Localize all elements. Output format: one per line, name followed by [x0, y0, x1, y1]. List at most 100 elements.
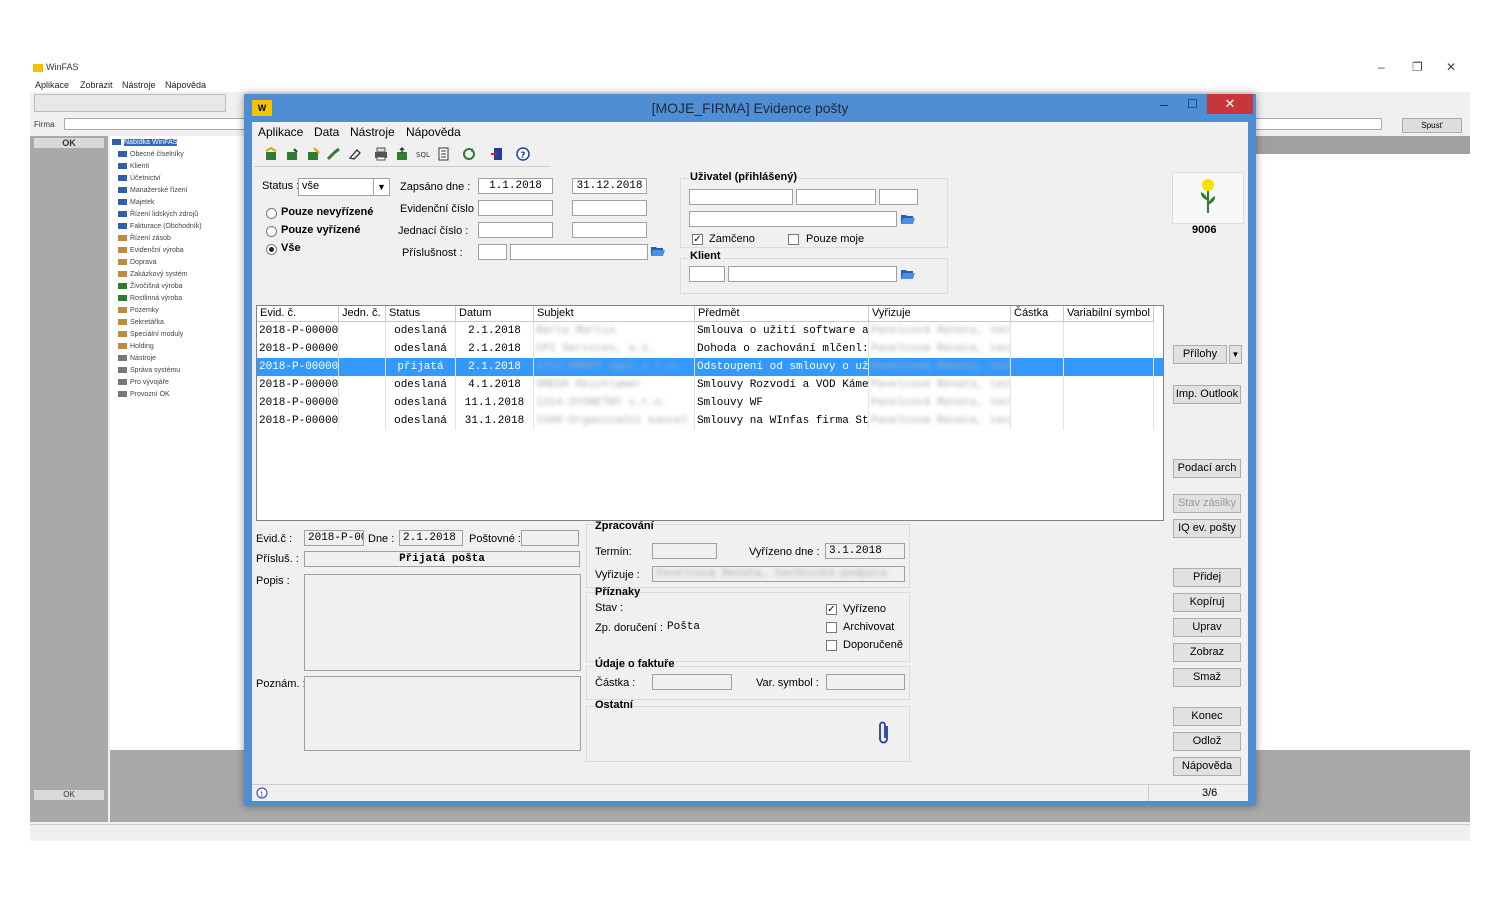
kopiruj-button[interactable]: Kopíruj — [1173, 593, 1241, 612]
table-row[interactable]: 2018-P-00000 odeslaná 2.1.2018 CPI Services… — [257, 340, 1163, 358]
doporuceno-checkbox[interactable] — [826, 640, 837, 651]
tree-item[interactable]: Fakturace (Obchodník) — [118, 223, 202, 230]
bg-close-icon[interactable]: ✕ — [1446, 60, 1456, 74]
tree-item[interactable]: Účetnictví — [118, 175, 161, 182]
klient-code-input[interactable] — [689, 266, 725, 282]
podaci-arch-button[interactable]: Podací arch — [1173, 459, 1241, 478]
sql-icon[interactable]: SQL — [416, 147, 430, 161]
jedn-cislo-to-input[interactable] — [572, 222, 647, 238]
tree-item[interactable]: Správa systému — [118, 367, 180, 374]
col-header-castka[interactable]: Částka — [1011, 306, 1064, 322]
paperclip-icon[interactable] — [876, 720, 892, 746]
prilohy-button[interactable]: Přílohy — [1173, 345, 1227, 364]
bg-ok-button-bottom[interactable]: OK — [34, 790, 104, 800]
tree-item[interactable]: Klienti — [118, 163, 149, 170]
tree-item[interactable]: Evidenční výroba — [118, 247, 184, 254]
tree-item[interactable]: Řízení lidských zdrojů — [118, 211, 198, 218]
bg-menu-aplikace[interactable]: Aplikace — [35, 80, 69, 90]
tree-item[interactable]: Sekretářka — [118, 319, 164, 326]
imp-outlook-button[interactable]: Imp. Outlook — [1173, 385, 1241, 404]
odloz-button[interactable]: Odlož — [1173, 732, 1241, 751]
pridej-button[interactable]: Přidej — [1173, 568, 1241, 587]
tree-item[interactable]: Holding — [118, 343, 154, 350]
var-symbol-input[interactable] — [826, 674, 905, 690]
bg-ok-button[interactable]: OK — [34, 138, 104, 148]
menu-aplikace[interactable]: Aplikace — [258, 125, 303, 139]
tree-item[interactable]: Majetek — [118, 199, 155, 206]
help-icon[interactable]: ? — [516, 147, 530, 161]
dne-input[interactable]: 2.1.2018 — [399, 530, 463, 546]
vyrizeno-checkbox[interactable]: ✓ — [826, 604, 837, 615]
mail-table[interactable]: Evid. č. Jedn. č. Status Datum Subjekt P… — [256, 305, 1164, 521]
bg-menu-nastroje[interactable]: Nástroje — [122, 80, 156, 90]
view-record-icon[interactable] — [327, 147, 341, 161]
bg-restore-icon[interactable]: ❐ — [1412, 60, 1423, 74]
tree-item[interactable]: Nástroje — [118, 355, 156, 362]
tree-item[interactable]: Pro vývojáře — [118, 379, 169, 386]
bg-menu-zobrazit[interactable]: Zobrazit — [80, 80, 113, 90]
uzivatel-field-2[interactable] — [796, 189, 876, 205]
tree-item[interactable]: Živočišná výroba — [118, 283, 183, 290]
tree-item[interactable]: Speciální moduly — [118, 331, 183, 338]
radio-pouze-vyrizene[interactable] — [266, 226, 277, 237]
prislusnost-code-input[interactable] — [478, 244, 507, 260]
col-header-jedn[interactable]: Jedn. č. — [339, 306, 386, 322]
uzivatel-field-1[interactable] — [689, 189, 793, 205]
prislusnost-name-input[interactable] — [510, 244, 648, 260]
tree-item[interactable]: Řízení zásob — [118, 235, 171, 242]
tree-item[interactable]: Rostlinná výroba — [118, 295, 182, 302]
export-icon[interactable] — [395, 147, 409, 161]
vyrizeno-dne-input[interactable]: 3.1.2018 — [825, 543, 905, 559]
exit-door-icon[interactable] — [490, 147, 504, 161]
evid-cislo-to-input[interactable] — [572, 200, 647, 216]
napoveda-button[interactable]: Nápověda — [1173, 757, 1241, 776]
pouze-moje-checkbox[interactable] — [788, 234, 799, 245]
date-from-input[interactable]: 1.1.2018 — [478, 178, 553, 194]
konec-button[interactable]: Konec — [1173, 707, 1241, 726]
zobraz-button[interactable]: Zobraz — [1173, 643, 1241, 662]
table-row[interactable]: 2018-P-00000 přijatá 2.1.2018 1712-DRAFT sp… — [257, 358, 1163, 376]
uzivatel-field-3[interactable] — [879, 189, 918, 205]
jedn-cislo-from-input[interactable] — [478, 222, 553, 238]
iq-ev-posty-button[interactable]: IQ ev. pošty — [1173, 519, 1241, 538]
smaz-button[interactable]: Smaž — [1173, 668, 1241, 687]
bg-menu-napoveda[interactable]: Nápověda — [165, 80, 206, 90]
uprav-button[interactable]: Uprav — [1173, 618, 1241, 637]
evid-input[interactable]: 2018-P-00 — [304, 530, 364, 546]
col-header-status[interactable]: Status — [386, 306, 456, 322]
tree-item[interactable]: Doprava — [118, 259, 156, 266]
menu-nastroje[interactable]: Nástroje — [350, 125, 395, 139]
table-row[interactable]: 2018-P-00000 odeslaná 11.1.2018 1314-SYSNET… — [257, 394, 1163, 412]
refresh-icon[interactable] — [462, 147, 476, 161]
tree-item[interactable]: Pozemky — [118, 307, 159, 314]
table-row[interactable]: 2018-P-00000 odeslaná 4.1.2018 OMEGA Reichl… — [257, 376, 1163, 394]
poznam-textarea[interactable] — [304, 676, 581, 751]
col-header-datum[interactable]: Datum — [456, 306, 534, 322]
new-record-icon[interactable] — [264, 147, 278, 161]
maximize-icon[interactable]: ☐ — [1187, 97, 1198, 111]
tree-item[interactable]: Obecné číselníky — [118, 151, 184, 158]
table-row[interactable]: 2018-P-00000 odeslaná 31.1.2018 1500-Organi… — [257, 412, 1163, 430]
archivovat-checkbox[interactable] — [826, 622, 837, 633]
close-icon[interactable]: ✕ — [1207, 94, 1253, 114]
zamceno-checkbox[interactable]: ✓ — [692, 234, 703, 245]
open-folder-icon[interactable] — [650, 243, 666, 259]
castka-input[interactable] — [652, 674, 732, 690]
date-to-input[interactable]: 31.12.2018 — [572, 178, 647, 194]
status-select[interactable]: vše ▼ — [298, 178, 390, 196]
print-icon[interactable] — [374, 147, 388, 161]
klient-folder-icon[interactable] — [900, 266, 916, 282]
prislus-input[interactable]: Přijatá pošta — [304, 551, 580, 567]
col-header-evid[interactable]: Evid. č. — [257, 306, 339, 322]
tree-item[interactable]: Manažerské řízení — [118, 187, 188, 194]
radio-vse[interactable] — [266, 244, 277, 255]
minimize-icon[interactable]: – — [1160, 96, 1168, 112]
col-header-subjekt[interactable]: Subjekt — [534, 306, 695, 322]
edit-record-icon[interactable] — [306, 147, 320, 161]
table-row[interactable]: 2018-P-00000 odeslaná 2.1.2018 Bárta Martin… — [257, 322, 1163, 340]
document-icon[interactable] — [437, 147, 451, 161]
tree-item[interactable]: Provozní OK — [118, 391, 170, 398]
postovne-input[interactable] — [521, 530, 579, 546]
vyrizuje-input[interactable]: Pavelcová Renata, technická podpora — [652, 566, 905, 582]
prilohy-dropdown-icon[interactable]: ▼ — [1229, 345, 1242, 364]
